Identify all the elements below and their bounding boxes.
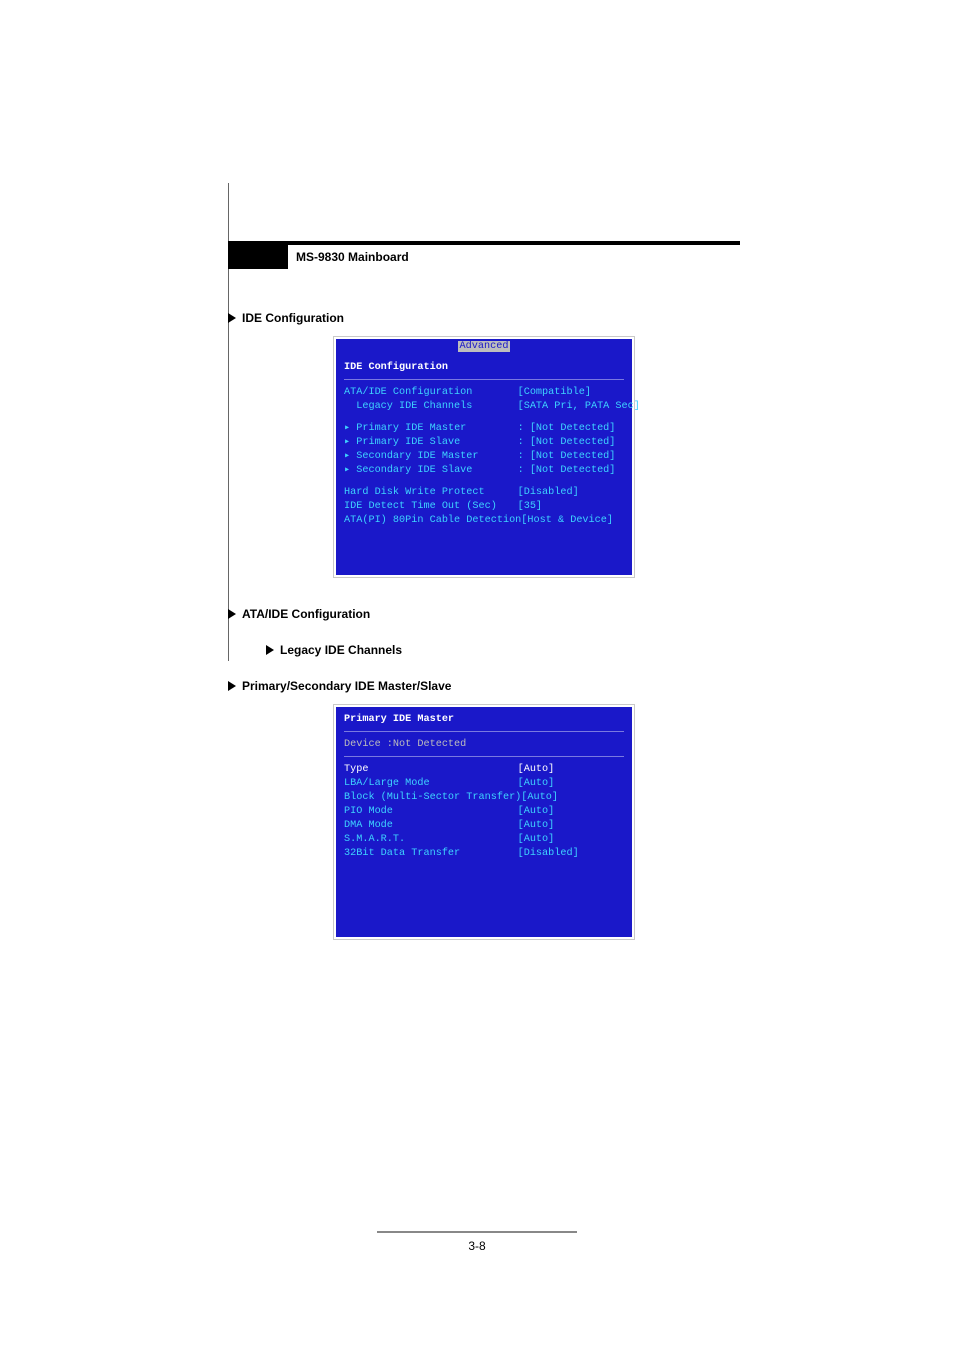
bios-row-label: Hard Disk Write Protect	[344, 486, 518, 500]
header-lead-block	[228, 245, 288, 269]
bios-row: DMA Mode [Auto]	[344, 819, 624, 833]
bios-row-value: [Auto]	[518, 833, 624, 847]
bios-row-value: [Auto]	[518, 819, 624, 833]
gap	[344, 478, 624, 486]
bios-row-label: ▸ Primary IDE Master	[344, 422, 518, 436]
bios-row: ATA/IDE Configuration [Compatible]	[344, 386, 624, 400]
bios-row: LBA/Large Mode [Auto]	[344, 777, 624, 791]
content-column: MS-9830 Mainboard IDE Configuration Adva…	[228, 241, 740, 939]
bios-row-label: Type	[344, 763, 518, 777]
bios-screenshot-primary-ide-master: Primary IDE Master Device :Not Detected …	[334, 705, 634, 939]
section-legacy-ide-channels: Legacy IDE Channels	[266, 643, 740, 657]
bios-body: IDE Configuration ATA/IDE Configuration …	[336, 355, 632, 575]
bios-row: ▸ Secondary IDE Slave : [Not Detected]	[344, 464, 624, 478]
bios-row-label: IDE Detect Time Out (Sec)	[344, 500, 518, 514]
bios-row: ▸ Primary IDE Slave : [Not Detected]	[344, 436, 624, 450]
bios-row-label: ATA(PI) 80Pin Cable Detection	[344, 514, 521, 528]
bios-row-value: [Disabled]	[518, 847, 624, 861]
bios-row: 32Bit Data Transfer [Disabled]	[344, 847, 624, 861]
header-row: MS-9830 Mainboard	[228, 245, 740, 269]
bios-row-value: [SATA Pri, PATA Sec]	[518, 400, 640, 414]
bios-row: IDE Detect Time Out (Sec) [35]	[344, 500, 624, 514]
bios-row-value: [35]	[518, 500, 624, 514]
bios-row: ▸ Secondary IDE Master : [Not Detected]	[344, 450, 624, 464]
section-primary-secondary: Primary/Secondary IDE Master/Slave	[228, 679, 740, 693]
section-label: ATA/IDE Configuration	[242, 607, 370, 621]
bios-row: Legacy IDE Channels [SATA Pri, PATA Sec]	[344, 400, 624, 414]
bios-row-label: DMA Mode	[344, 819, 518, 833]
bios-row-value: [Compatible]	[518, 386, 624, 400]
section-label: Legacy IDE Channels	[280, 643, 402, 657]
arrow-right-icon	[228, 609, 236, 619]
bios-row-value: [Auto]	[521, 791, 624, 805]
bios-row-label: PIO Mode	[344, 805, 518, 819]
bios-row-label: 32Bit Data Transfer	[344, 847, 518, 861]
footer-page-number: 3-8	[377, 1239, 577, 1253]
bios-device-line: Device :Not Detected	[344, 738, 624, 757]
section-label: IDE Configuration	[242, 311, 344, 325]
bios-row-value: : [Not Detected]	[518, 422, 624, 436]
bios-title: IDE Configuration	[344, 361, 624, 380]
footer-rule	[377, 1231, 577, 1233]
bios-row-value: : [Not Detected]	[518, 436, 624, 450]
page: MS-9830 Mainboard IDE Configuration Adva…	[0, 0, 954, 1349]
bios-tab-advanced: Advanced	[458, 341, 511, 352]
arrow-right-icon	[228, 313, 236, 323]
bios-title: Primary IDE Master	[344, 713, 624, 732]
bios-row-label: Legacy IDE Channels	[344, 400, 518, 414]
bios-row-value: : [Not Detected]	[518, 464, 624, 478]
bios-row-label: ▸ Primary IDE Slave	[344, 436, 518, 450]
bios-row-label: Block (Multi-Sector Transfer)	[344, 791, 521, 805]
bios-row: ATA(PI) 80Pin Cable Detection [Host & De…	[344, 514, 624, 528]
bios-row-value: [Auto]	[518, 805, 624, 819]
bios-row-label: S.M.A.R.T.	[344, 833, 518, 847]
bios-row-label: ATA/IDE Configuration	[344, 386, 518, 400]
bios-row-value: [Auto]	[518, 777, 624, 791]
bios-row: ▸ Primary IDE Master : [Not Detected]	[344, 422, 624, 436]
bios-row-value: [Host & Device]	[521, 514, 624, 528]
bios-row: S.M.A.R.T. [Auto]	[344, 833, 624, 847]
bios-row-value: [Auto]	[518, 763, 624, 777]
arrow-right-icon	[266, 645, 274, 655]
bios-row: Type [Auto]	[344, 763, 624, 777]
bios-row-value: : [Not Detected]	[518, 450, 624, 464]
bios-row-label: ▸ Secondary IDE Master	[344, 450, 518, 464]
bios-row: Block (Multi-Sector Transfer) [Auto]	[344, 791, 624, 805]
bios-tabbar: Advanced	[336, 339, 632, 355]
bios-row-value: [Disabled]	[518, 486, 624, 500]
bios-body: Primary IDE Master Device :Not Detected …	[336, 707, 632, 937]
header-title: MS-9830 Mainboard	[288, 245, 740, 269]
bios-screenshot-ide-config: Advanced IDE Configuration ATA/IDE Confi…	[334, 337, 634, 577]
section-ata-ide-config: ATA/IDE Configuration	[228, 607, 740, 621]
section-ide-configuration: IDE Configuration	[228, 311, 740, 325]
bios-row-label: LBA/Large Mode	[344, 777, 518, 791]
gap	[344, 414, 624, 422]
section-label: Primary/Secondary IDE Master/Slave	[242, 679, 451, 693]
bios-row: Hard Disk Write Protect [Disabled]	[344, 486, 624, 500]
bios-row-label: ▸ Secondary IDE Slave	[344, 464, 518, 478]
arrow-right-icon	[228, 681, 236, 691]
bios-row: PIO Mode [Auto]	[344, 805, 624, 819]
